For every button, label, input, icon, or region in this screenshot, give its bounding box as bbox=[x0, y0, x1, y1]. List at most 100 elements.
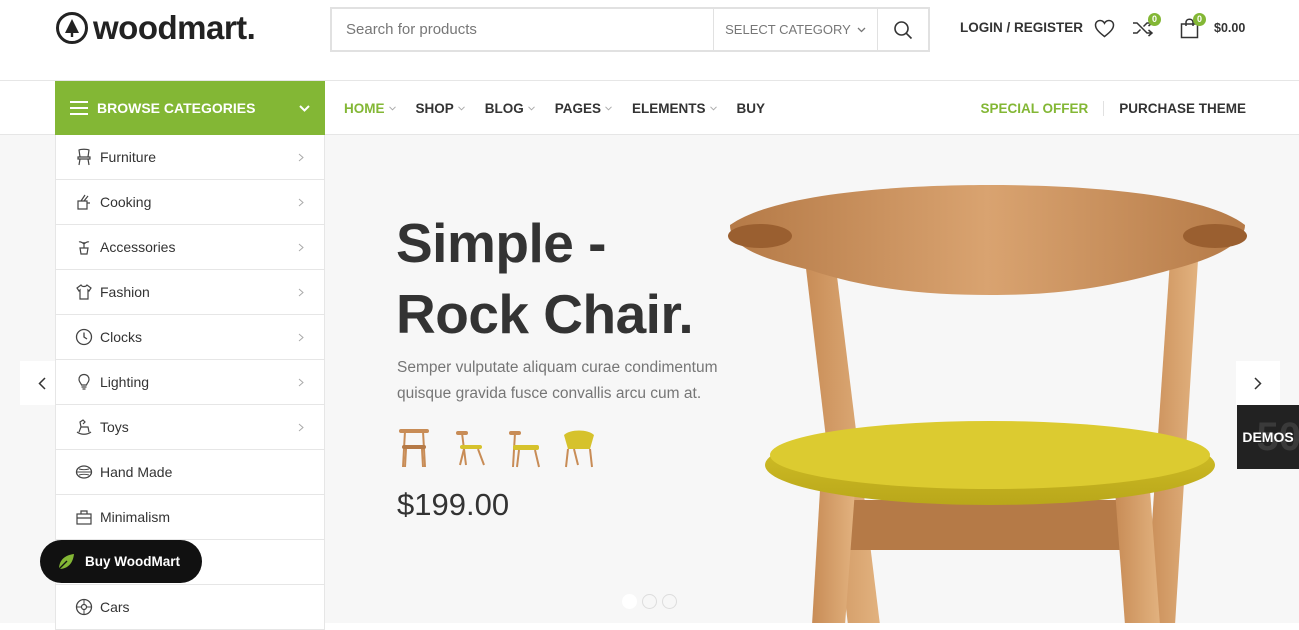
search-icon bbox=[893, 20, 913, 40]
search-input[interactable] bbox=[332, 9, 713, 50]
nav-item-pages[interactable]: PAGES bbox=[555, 101, 612, 116]
buy-woodmart-button[interactable]: Buy WoodMart bbox=[40, 540, 202, 583]
category-item-accessories[interactable]: Accessories bbox=[56, 225, 324, 270]
slider-pagination bbox=[622, 594, 677, 609]
chair-thumb-1[interactable] bbox=[397, 425, 431, 469]
clock-icon bbox=[74, 327, 94, 347]
category-label: Fashion bbox=[100, 284, 150, 300]
chevron-right-icon bbox=[298, 423, 304, 432]
nav-right: SPECIAL OFFER PURCHASE THEME bbox=[980, 81, 1246, 135]
compare-count-badge: 0 bbox=[1148, 13, 1161, 26]
category-item-lighting[interactable]: Lighting bbox=[56, 360, 324, 405]
chevron-left-icon bbox=[38, 377, 46, 390]
chevron-right-icon bbox=[298, 378, 304, 387]
bulb-icon bbox=[74, 372, 94, 392]
special-offer-link[interactable]: SPECIAL OFFER bbox=[980, 101, 1104, 116]
rocking-horse-icon bbox=[74, 417, 94, 437]
hero-title: Simple - Rock Chair. bbox=[396, 208, 756, 350]
hero-description: Semper vulputate aliquam curae condiment… bbox=[397, 355, 737, 407]
compare-button[interactable]: 0 bbox=[1132, 17, 1154, 39]
caret-down-icon bbox=[605, 106, 612, 111]
caret-down-icon bbox=[528, 106, 535, 111]
bag-icon bbox=[74, 507, 94, 527]
nav-item-label: ELEMENTS bbox=[632, 101, 706, 116]
chevron-right-icon bbox=[298, 153, 304, 162]
chevron-right-icon bbox=[298, 198, 304, 207]
category-select[interactable]: SELECT CATEGORY bbox=[713, 9, 877, 50]
cart-button[interactable]: 0 bbox=[1178, 17, 1200, 39]
caret-down-icon bbox=[710, 106, 717, 111]
nav-item-buy[interactable]: BUY bbox=[737, 101, 766, 116]
login-register-link[interactable]: LOGIN / REGISTER bbox=[960, 20, 1083, 35]
chair-image bbox=[720, 180, 1260, 623]
chevron-right-icon bbox=[298, 333, 304, 342]
plant-icon bbox=[74, 237, 94, 257]
logo[interactable]: woodmart. bbox=[55, 10, 255, 46]
slider-dot[interactable] bbox=[642, 594, 657, 609]
chevron-right-icon bbox=[1254, 377, 1262, 390]
hero-title-line1: Simple - bbox=[396, 208, 756, 279]
chair-thumb-2[interactable] bbox=[452, 425, 486, 469]
hero-title-line2: Rock Chair. bbox=[396, 279, 756, 350]
slider-dot[interactable] bbox=[622, 594, 637, 609]
chevron-right-icon bbox=[298, 243, 304, 252]
nav-item-label: HOME bbox=[344, 101, 385, 116]
nav-item-blog[interactable]: BLOG bbox=[485, 101, 535, 116]
category-item-cooking[interactable]: Cooking bbox=[56, 180, 324, 225]
category-item-minimalism[interactable]: Minimalism bbox=[56, 495, 324, 540]
purchase-theme-link[interactable]: PURCHASE THEME bbox=[1119, 101, 1246, 116]
nav-item-elements[interactable]: ELEMENTS bbox=[632, 101, 717, 116]
menu-icon bbox=[70, 101, 88, 115]
main-navigation: HOME SHOP BLOG PAGES ELEMENTS BUY bbox=[344, 81, 785, 135]
chevron-down-icon bbox=[857, 27, 866, 33]
category-label: Accessories bbox=[100, 239, 175, 255]
nav-item-label: SHOP bbox=[416, 101, 454, 116]
logo-text: woodmart. bbox=[93, 9, 255, 47]
heart-icon bbox=[1094, 19, 1115, 38]
category-label: Lighting bbox=[100, 374, 149, 390]
wheel-icon bbox=[74, 597, 94, 617]
search-button[interactable] bbox=[877, 9, 928, 50]
nav-item-label: PAGES bbox=[555, 101, 601, 116]
browse-categories-button[interactable]: BROWSE CATEGORIES bbox=[55, 81, 325, 135]
nav-item-home[interactable]: HOME bbox=[344, 101, 396, 116]
category-item-clocks[interactable]: Clocks bbox=[56, 315, 324, 360]
chevron-right-icon bbox=[298, 288, 304, 297]
category-item-fashion[interactable]: Fashion bbox=[56, 270, 324, 315]
category-label: Clocks bbox=[100, 329, 142, 345]
leaf-icon bbox=[56, 552, 76, 572]
nav-item-label: BUY bbox=[737, 101, 766, 116]
category-item-furniture[interactable]: Furniture bbox=[56, 135, 324, 180]
nav-row: BROWSE CATEGORIES HOME SHOP BLOG PAGES E… bbox=[0, 81, 1299, 135]
category-label: Furniture bbox=[100, 149, 156, 165]
chevron-down-icon bbox=[299, 105, 310, 112]
product-variant-thumbnails bbox=[397, 425, 596, 469]
category-select-label: SELECT CATEGORY bbox=[725, 22, 851, 37]
category-label: Toys bbox=[100, 419, 129, 435]
search-bar: SELECT CATEGORY bbox=[330, 7, 930, 52]
cooking-icon bbox=[74, 192, 94, 212]
demos-button[interactable]: 50 DEMOS bbox=[1237, 405, 1299, 469]
tree-logo-icon bbox=[55, 11, 89, 45]
chair-icon bbox=[74, 147, 94, 167]
caret-down-icon bbox=[389, 106, 396, 111]
cart-total[interactable]: $0.00 bbox=[1214, 21, 1245, 35]
category-label: Cars bbox=[100, 599, 130, 615]
category-item-hand-made[interactable]: Hand Made bbox=[56, 450, 324, 495]
caret-down-icon bbox=[458, 106, 465, 111]
hero-price: $199.00 bbox=[397, 487, 509, 523]
chair-thumb-3[interactable] bbox=[507, 425, 541, 469]
category-label: Cooking bbox=[100, 194, 151, 210]
category-item-toys[interactable]: Toys bbox=[56, 405, 324, 450]
chair-thumb-4[interactable] bbox=[562, 425, 596, 469]
yarn-icon bbox=[74, 462, 94, 482]
wishlist-button[interactable] bbox=[1093, 17, 1115, 39]
category-item-cars[interactable]: Cars bbox=[56, 585, 324, 630]
slider-next-button[interactable] bbox=[1236, 361, 1280, 405]
slider-dot[interactable] bbox=[662, 594, 677, 609]
shirt-icon bbox=[74, 282, 94, 302]
nav-item-shop[interactable]: SHOP bbox=[416, 101, 465, 116]
browse-categories-label: BROWSE CATEGORIES bbox=[97, 100, 255, 116]
category-label: Hand Made bbox=[100, 464, 172, 480]
header-top: woodmart. SELECT CATEGORY LOGIN / REGIST… bbox=[0, 0, 1299, 81]
